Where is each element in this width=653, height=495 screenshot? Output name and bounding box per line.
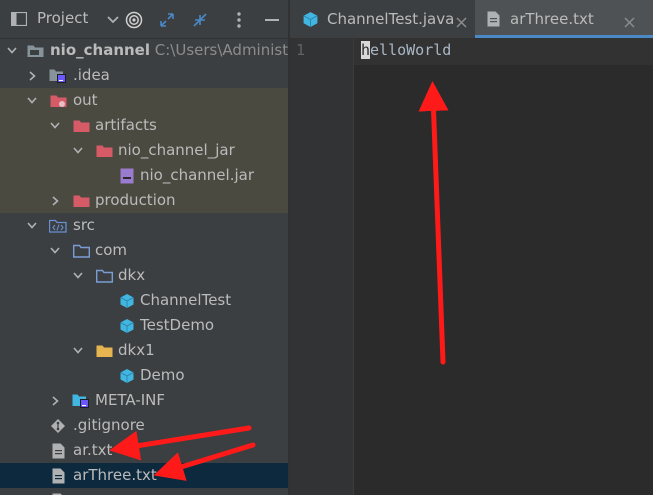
idea-folder-icon [49, 63, 67, 88]
chevron-down-icon[interactable] [26, 88, 38, 113]
chevron-right-icon[interactable] [26, 63, 38, 88]
chevron-down-icon[interactable] [105, 12, 121, 28]
tree-item-label: nio_channel [50, 41, 150, 59]
tree-item-label: .gitignore [73, 416, 145, 434]
tree-item-label: src [73, 216, 95, 234]
tree-item-channeltest[interactable]: ChannelTest [0, 288, 288, 313]
tree-item-src[interactable]: src [0, 213, 288, 238]
project-tool-window: Project nio_channel C:\Users\Administ .i… [0, 0, 288, 495]
excluded-folder-icon [49, 88, 67, 113]
chevron-right-icon[interactable] [49, 388, 61, 413]
git-file-icon [49, 413, 67, 438]
tree-item-nio-channel-jar-file[interactable]: nio_channel.jar [0, 163, 288, 188]
java-class-icon [118, 288, 136, 313]
tree-item-partial[interactable] [0, 488, 288, 495]
tree-item-label: nio_channel.jar [140, 166, 255, 184]
tree-item-gitignore[interactable]: .gitignore [0, 413, 288, 438]
editor-area[interactable] [354, 39, 653, 495]
jar-file-icon [118, 163, 136, 188]
project-header: Project [0, 0, 288, 39]
tree-item-arthree-txt[interactable]: arThree.txt [0, 463, 288, 488]
tree-item-label: .idea [73, 66, 110, 84]
code-line[interactable]: helloWorld [361, 41, 451, 59]
tree-item-label: dkx1 [118, 341, 155, 359]
text-file-icon [49, 463, 67, 488]
close-icon[interactable] [624, 13, 636, 28]
tree-item-production[interactable]: production [0, 188, 288, 213]
tree-item-com[interactable]: com [0, 238, 288, 263]
chevron-right-icon[interactable] [49, 188, 61, 213]
java-class-icon [118, 313, 136, 338]
chevron-down-icon[interactable] [6, 38, 18, 63]
text-file-icon [49, 438, 67, 463]
hide-icon[interactable] [263, 10, 281, 30]
tree-item-label: arThree.txt [73, 466, 157, 484]
editor-gutter[interactable] [290, 39, 354, 495]
tree-item-nio-channel-jar[interactable]: nio_channel_jar [0, 138, 288, 163]
tree-item-label: Demo [140, 366, 185, 384]
editor-tab-bar: ChannelTest.java arThree.txt [290, 0, 653, 39]
java-class-icon [118, 363, 136, 388]
module-folder-icon [26, 38, 44, 63]
chevron-down-icon[interactable] [72, 338, 84, 363]
collapse-icon[interactable] [190, 10, 210, 30]
tree-item-label: out [73, 91, 98, 109]
file-icon [49, 488, 67, 495]
chevron-down-icon[interactable] [26, 213, 38, 238]
tree-item-label: com [95, 241, 128, 259]
folder-icon [95, 338, 113, 363]
module-path: C:\Users\Administra [154, 41, 288, 59]
tree-item-nio-channel[interactable]: nio_channel C:\Users\Administra [0, 38, 288, 63]
options-icon[interactable] [232, 10, 246, 30]
tab-label: arThree.txt [510, 10, 594, 28]
tree-item-label: ar.txt [73, 441, 113, 459]
source-folder-icon [49, 213, 67, 238]
line-number: 1 [296, 41, 306, 59]
tree-item-label: TestDemo [140, 316, 215, 334]
tree-item-demo[interactable]: Demo [0, 363, 288, 388]
locate-icon[interactable] [124, 10, 144, 30]
tree-item-meta-inf[interactable]: META-INF [0, 388, 288, 413]
tree-item-dkx1[interactable]: dkx1 [0, 338, 288, 363]
chevron-down-icon[interactable] [49, 238, 61, 263]
close-icon[interactable] [456, 13, 468, 28]
expand-icon[interactable] [157, 10, 177, 30]
tree-item-label: production [95, 191, 176, 209]
project-view-icon[interactable] [10, 10, 28, 28]
package-icon [95, 263, 113, 288]
package-icon [72, 238, 90, 263]
code-text: elloWorld [370, 41, 452, 59]
tree-item-testdemo[interactable]: TestDemo [0, 313, 288, 338]
text-file-icon [487, 11, 501, 28]
tree-item-label: ChannelTest [140, 291, 232, 309]
java-class-icon [302, 11, 319, 28]
tree-item-dkx[interactable]: dkx [0, 263, 288, 288]
tree-item-label: artifacts [95, 116, 157, 134]
tab-label: ChannelTest.java [327, 10, 455, 28]
active-tab-indicator [475, 35, 653, 38]
project-view-title[interactable]: Project [37, 9, 88, 27]
excluded-folder-icon [95, 138, 113, 163]
chevron-down-icon[interactable] [72, 138, 84, 163]
tree-item-artifacts[interactable]: artifacts [0, 113, 288, 138]
tree-item-ar-txt[interactable]: ar.txt [0, 438, 288, 463]
tree-item-idea[interactable]: .idea [0, 63, 288, 88]
excluded-folder-icon [72, 113, 90, 138]
tab-arthree-txt[interactable]: arThree.txt [475, 0, 653, 38]
tree-item-label: dkx [118, 266, 146, 284]
chevron-down-icon[interactable] [72, 263, 84, 288]
chevron-down-icon[interactable] [49, 113, 61, 138]
tree-item-label: META-INF [95, 391, 166, 409]
tree-item-out[interactable]: out [0, 88, 288, 113]
caret: h [361, 41, 371, 59]
tree-item-label: nio_channel_jar [118, 141, 235, 159]
tab-channeltest-java[interactable]: ChannelTest.java [290, 0, 475, 38]
excluded-folder-icon [72, 188, 90, 213]
meta-inf-folder-icon [72, 388, 90, 413]
